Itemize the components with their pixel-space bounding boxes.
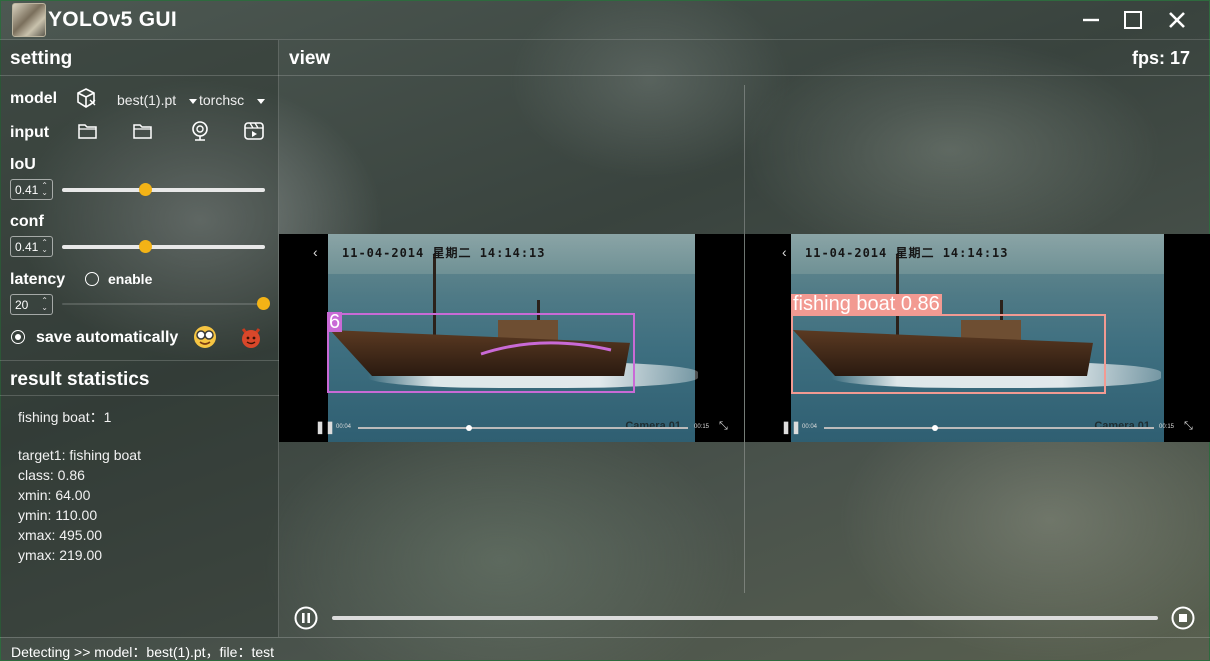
setting-header: setting [0,40,279,76]
format-select[interactable]: torchsc [199,92,247,108]
conf-value: 0.41 [15,240,39,254]
pause-icon[interactable]: ❚❚ [315,420,335,434]
model-select[interactable]: best(1).pt [117,92,177,108]
time-start: 00:04 [802,424,818,430]
model-label: model [10,90,58,107]
video-scrubber[interactable] [824,425,1154,431]
latency-label: latency [10,271,66,288]
window-title: YOLOv5 GUI [48,8,178,31]
result-target: target1: fishing boat [18,447,141,463]
video-timestamp: 11-04-2014 星期二 14:14:13 [342,246,546,260]
view-title: view [289,48,331,69]
conf-slider[interactable] [62,240,265,253]
view-header: view fps: 17 [279,40,1210,76]
result-ymin: ymin: 110.00 [18,507,98,523]
minimize-icon[interactable] [1079,8,1103,32]
spin-arrows-icon[interactable]: ⌃ ⌄ [41,239,48,254]
iou-slider[interactable] [62,183,265,196]
stop-button-icon[interactable] [1171,606,1195,630]
settings-panel: setting model best(1).pt torchsc input I… [0,40,279,637]
model-cube-icon[interactable] [74,86,98,110]
latency-value: 20 [15,298,29,312]
save-auto-radio[interactable] [11,330,25,344]
pause-icon[interactable]: ❚❚ [781,420,801,434]
latency-slider-handle[interactable] [257,297,270,310]
result-statistics-header: result statistics [0,360,279,396]
detection-label: 6 [327,311,343,333]
result-xmax: xmax: 495.00 [18,527,103,543]
latency-enable-radio[interactable] [85,272,99,286]
spin-arrows-icon[interactable]: ⌃ ⌄ [41,182,48,197]
result-summary: fishing boat：1 [18,409,112,425]
latency-slider[interactable] [62,297,270,310]
chevron-left-icon[interactable]: ‹ [782,244,787,260]
scrubber-handle[interactable] [466,425,472,431]
input-label: input [10,124,50,141]
pause-button-icon[interactable] [294,606,318,630]
camera-label: Camera 01 [1094,420,1150,432]
conf-slider-handle[interactable] [139,240,152,253]
source-video[interactable]: 11-04-2014 星期二 14:14:13 Camera 01 6 ‹ ❚❚… [279,234,744,442]
status-bar: Detecting >> model：best(1).pt，file：test [0,637,1210,661]
chevron-down-icon[interactable] [188,96,198,106]
maximize-icon[interactable] [1121,8,1145,32]
result-class: class: 0.86 [18,467,85,483]
app-logo [12,3,46,37]
nerd-emoji-icon[interactable] [192,324,218,350]
video-timestamp: 11-04-2014 星期二 14:14:13 [805,246,1009,260]
latency-spinbox[interactable]: 20 ⌃ ⌄ [10,294,53,315]
time-end: 00:15 [1159,424,1175,430]
iou-slider-handle[interactable] [139,183,152,196]
result-xmin: xmin: 64.00 [18,487,91,503]
iou-value: 0.41 [15,183,39,197]
video-scrubber[interactable] [358,425,688,431]
iou-label: IoU [10,156,36,173]
scrubber-handle[interactable] [932,425,938,431]
conf-label: conf [10,213,44,230]
segmentation-curve [480,341,612,356]
video-file-icon[interactable] [242,119,266,143]
folder-icon[interactable] [132,120,154,142]
result-ymax: ymax: 219.00 [18,547,103,563]
playback-progress[interactable] [332,616,1158,620]
spin-arrows-icon[interactable]: ⌃ ⌄ [41,297,48,312]
camera-label: Camera 01 [625,420,681,432]
result-video[interactable]: 11-04-2014 星期二 14:14:13 Camera 01 fishin… [745,234,1210,442]
chevron-left-icon[interactable]: ‹ [313,244,318,260]
close-icon[interactable] [1165,8,1189,32]
webcam-icon[interactable] [188,119,212,143]
iou-spinbox[interactable]: 0.41 ⌃ ⌄ [10,179,53,200]
time-end: 00:15 [694,424,710,430]
exit-fullscreen-icon[interactable]: ⤡ [719,420,728,433]
time-start: 00:04 [336,424,352,430]
conf-spinbox[interactable]: 0.41 ⌃ ⌄ [10,236,53,257]
folder-open-icon[interactable] [77,120,99,142]
exit-fullscreen-icon[interactable]: ⤡ [1184,420,1193,433]
devil-emoji-icon[interactable] [238,324,264,350]
latency-enable-label: enable [108,271,153,287]
detection-label: fishing boat 0.86 [791,293,942,315]
chevron-down-icon[interactable] [256,96,266,106]
fps-readout: fps: 17 [1131,48,1190,68]
detection-box [791,314,1106,394]
save-auto-label: save automatically [36,329,179,346]
title-bar[interactable]: YOLOv5 GUI [0,0,1210,40]
